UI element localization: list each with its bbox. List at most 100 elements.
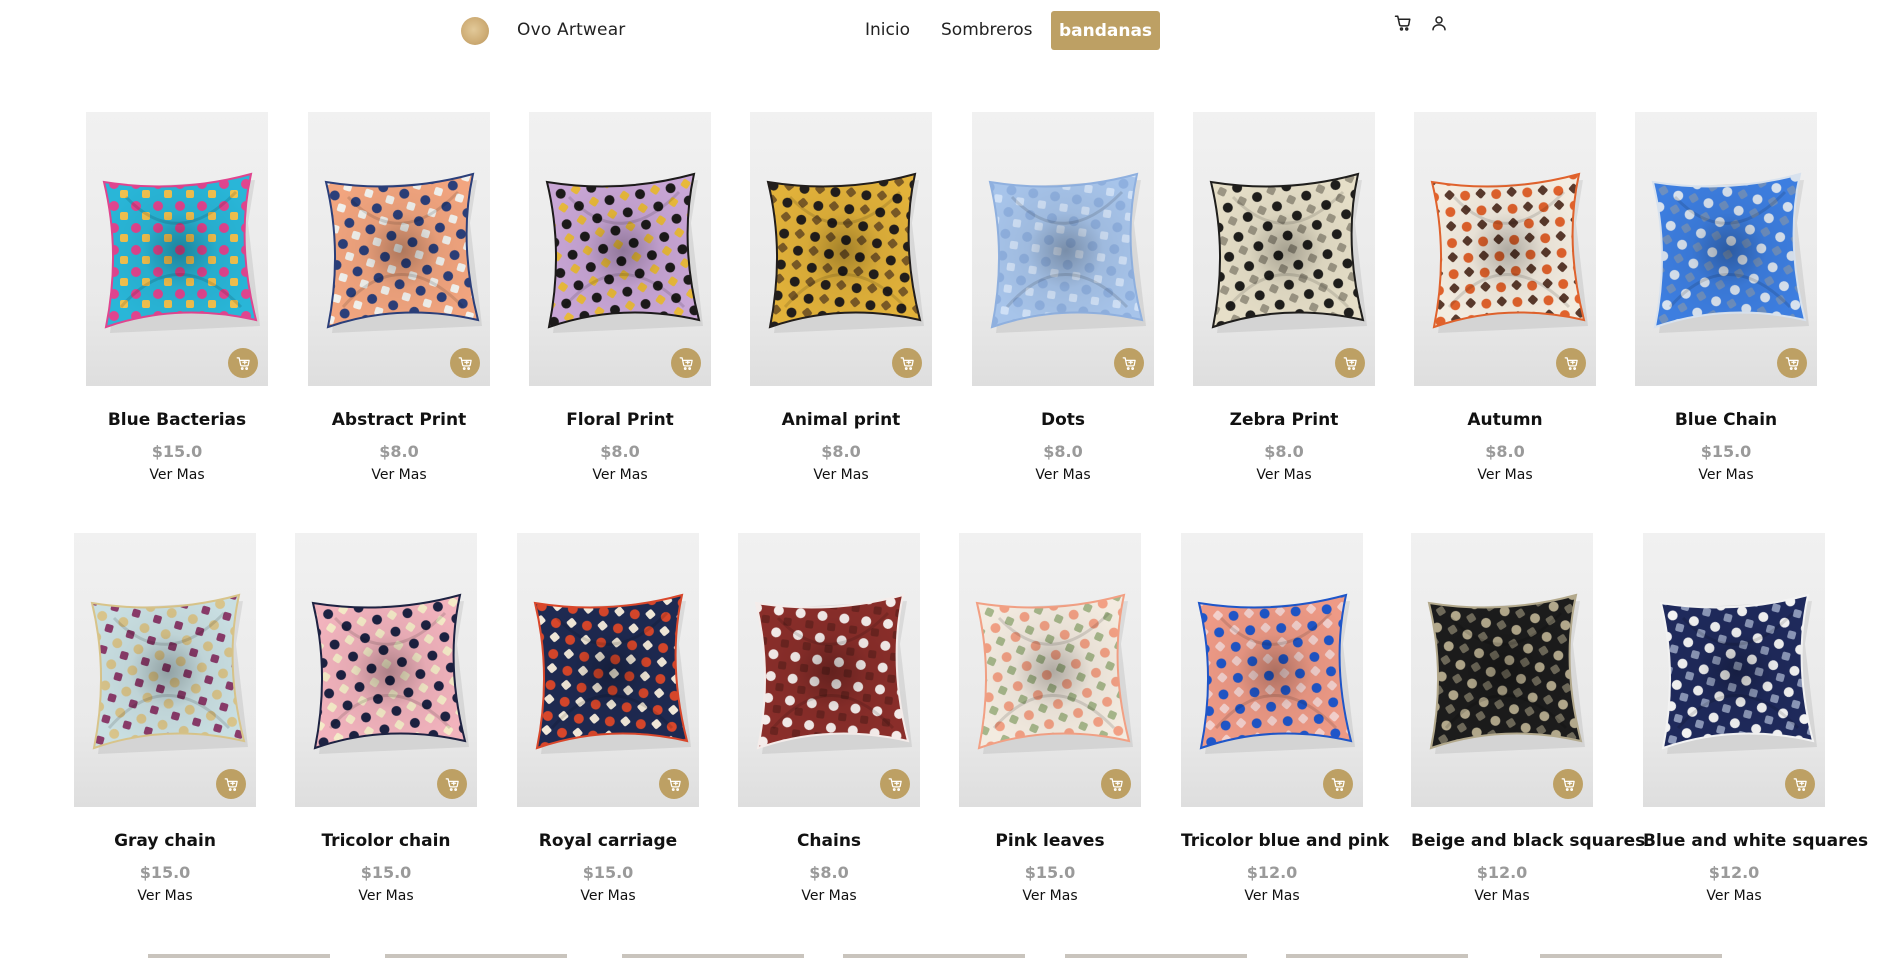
product-image-peek	[148, 954, 330, 958]
ver-mas-link[interactable]: Ver Mas	[1643, 888, 1825, 904]
product-card[interactable]: Autumn $8.0 Ver Mas	[1414, 112, 1596, 483]
ver-mas-link[interactable]: Ver Mas	[1414, 467, 1596, 483]
product-price: $15.0	[1700, 442, 1752, 461]
product-image[interactable]	[308, 112, 490, 386]
product-price: $15.0	[151, 442, 203, 461]
product-image-peek	[1065, 954, 1247, 958]
product-image[interactable]	[1635, 112, 1817, 386]
cart-plus-icon	[667, 777, 682, 792]
product-name: Chains	[796, 831, 862, 851]
product-price: $8.0	[821, 442, 861, 461]
product-image[interactable]	[972, 112, 1154, 386]
ver-mas-link[interactable]: Ver Mas	[1635, 467, 1817, 483]
product-card[interactable]: Zebra Print $8.0 Ver Mas	[1193, 112, 1375, 483]
product-name: Pink leaves	[995, 831, 1105, 851]
add-to-cart-button[interactable]	[1101, 769, 1131, 799]
ver-mas-link[interactable]: Ver Mas	[750, 467, 932, 483]
product-name: Gray chain	[114, 831, 216, 851]
product-price: $15.0	[139, 863, 191, 882]
add-to-cart-button[interactable]	[892, 348, 922, 378]
product-card[interactable]: Pink leaves $15.0 Ver Mas	[959, 533, 1141, 904]
product-image[interactable]	[295, 533, 477, 807]
ver-mas-link[interactable]: Ver Mas	[517, 888, 699, 904]
product-price: $8.0	[379, 442, 419, 461]
product-card[interactable]: Abstract Print $8.0 Ver Mas	[308, 112, 490, 483]
product-name: Zebra Print	[1229, 410, 1339, 430]
product-name: Tricolor chain	[321, 831, 451, 851]
ver-mas-link[interactable]: Ver Mas	[308, 467, 490, 483]
product-name: Dots	[1040, 410, 1086, 430]
product-card[interactable]: Tricolor blue and pink $12.0 Ver Mas	[1181, 533, 1389, 904]
ver-mas-link[interactable]: Ver Mas	[1193, 467, 1375, 483]
add-to-cart-button[interactable]	[1556, 348, 1586, 378]
add-to-cart-button[interactable]	[216, 769, 246, 799]
ver-mas-link[interactable]: Ver Mas	[1411, 888, 1593, 904]
add-to-cart-button[interactable]	[1777, 348, 1807, 378]
ver-mas-link[interactable]: Ver Mas	[529, 467, 711, 483]
cart-plus-icon	[1564, 356, 1579, 371]
product-image[interactable]	[1414, 112, 1596, 386]
product-card[interactable]: Tricolor chain $15.0 Ver Mas	[295, 533, 477, 904]
product-name: Blue Bacterias	[107, 410, 247, 430]
product-image[interactable]	[738, 533, 920, 807]
product-card[interactable]: Blue Bacterias $15.0 Ver Mas	[86, 112, 268, 483]
add-to-cart-button[interactable]	[1335, 348, 1365, 378]
ver-mas-link[interactable]: Ver Mas	[738, 888, 920, 904]
ver-mas-link[interactable]: Ver Mas	[972, 467, 1154, 483]
product-name: Blue Chain	[1674, 410, 1778, 430]
product-card[interactable]: Chains $8.0 Ver Mas	[738, 533, 920, 904]
ver-mas-link[interactable]: Ver Mas	[86, 467, 268, 483]
cart-plus-icon	[1331, 777, 1346, 792]
product-card[interactable]: Dots $8.0 Ver Mas	[972, 112, 1154, 483]
product-price: $8.0	[1043, 442, 1083, 461]
ver-mas-link[interactable]: Ver Mas	[74, 888, 256, 904]
add-to-cart-button[interactable]	[1114, 348, 1144, 378]
product-image[interactable]	[74, 533, 256, 807]
product-image-peek	[385, 954, 567, 958]
cart-plus-icon	[1109, 777, 1124, 792]
product-name: Autumn	[1467, 410, 1543, 430]
product-card[interactable]: Animal print $8.0 Ver Mas	[750, 112, 932, 483]
product-image[interactable]	[517, 533, 699, 807]
product-image[interactable]	[750, 112, 932, 386]
add-to-cart-button[interactable]	[437, 769, 467, 799]
product-image[interactable]	[1193, 112, 1375, 386]
product-card[interactable]: Royal carriage $15.0 Ver Mas	[517, 533, 699, 904]
product-price: $12.0	[1708, 863, 1760, 882]
product-price: $15.0	[1024, 863, 1076, 882]
ver-mas-link[interactable]: Ver Mas	[295, 888, 477, 904]
product-image[interactable]	[1643, 533, 1825, 807]
cart-plus-icon	[1122, 356, 1137, 371]
product-image[interactable]	[529, 112, 711, 386]
product-image-peek	[622, 954, 804, 958]
add-to-cart-button[interactable]	[671, 348, 701, 378]
product-image[interactable]	[1411, 533, 1593, 807]
product-image[interactable]	[959, 533, 1141, 807]
add-to-cart-button[interactable]	[450, 348, 480, 378]
product-price: $15.0	[360, 863, 412, 882]
product-image[interactable]	[86, 112, 268, 386]
product-price: $8.0	[809, 863, 849, 882]
product-name: Floral Print	[566, 410, 674, 430]
cart-plus-icon	[1793, 777, 1808, 792]
product-price: $15.0	[582, 863, 634, 882]
add-to-cart-button[interactable]	[1785, 769, 1815, 799]
product-image[interactable]	[1181, 533, 1363, 807]
product-card[interactable]: Gray chain $15.0 Ver Mas	[74, 533, 256, 904]
product-card[interactable]: Beige and black squares $12.0 Ver Mas	[1411, 533, 1645, 904]
cart-plus-icon	[224, 777, 239, 792]
add-to-cart-button[interactable]	[880, 769, 910, 799]
product-price: $8.0	[1264, 442, 1304, 461]
add-to-cart-button[interactable]	[1553, 769, 1583, 799]
product-name: Blue and white squares	[1643, 831, 1869, 851]
product-price: $12.0	[1246, 863, 1298, 882]
ver-mas-link[interactable]: Ver Mas	[959, 888, 1141, 904]
add-to-cart-button[interactable]	[659, 769, 689, 799]
ver-mas-link[interactable]: Ver Mas	[1181, 888, 1363, 904]
product-card[interactable]: Blue Chain $15.0 Ver Mas	[1635, 112, 1817, 483]
product-card[interactable]: Floral Print $8.0 Ver Mas	[529, 112, 711, 483]
product-card[interactable]: Blue and white squares $12.0 Ver Mas	[1643, 533, 1869, 904]
add-to-cart-button[interactable]	[228, 348, 258, 378]
product-image-peek	[1540, 954, 1722, 958]
add-to-cart-button[interactable]	[1323, 769, 1353, 799]
